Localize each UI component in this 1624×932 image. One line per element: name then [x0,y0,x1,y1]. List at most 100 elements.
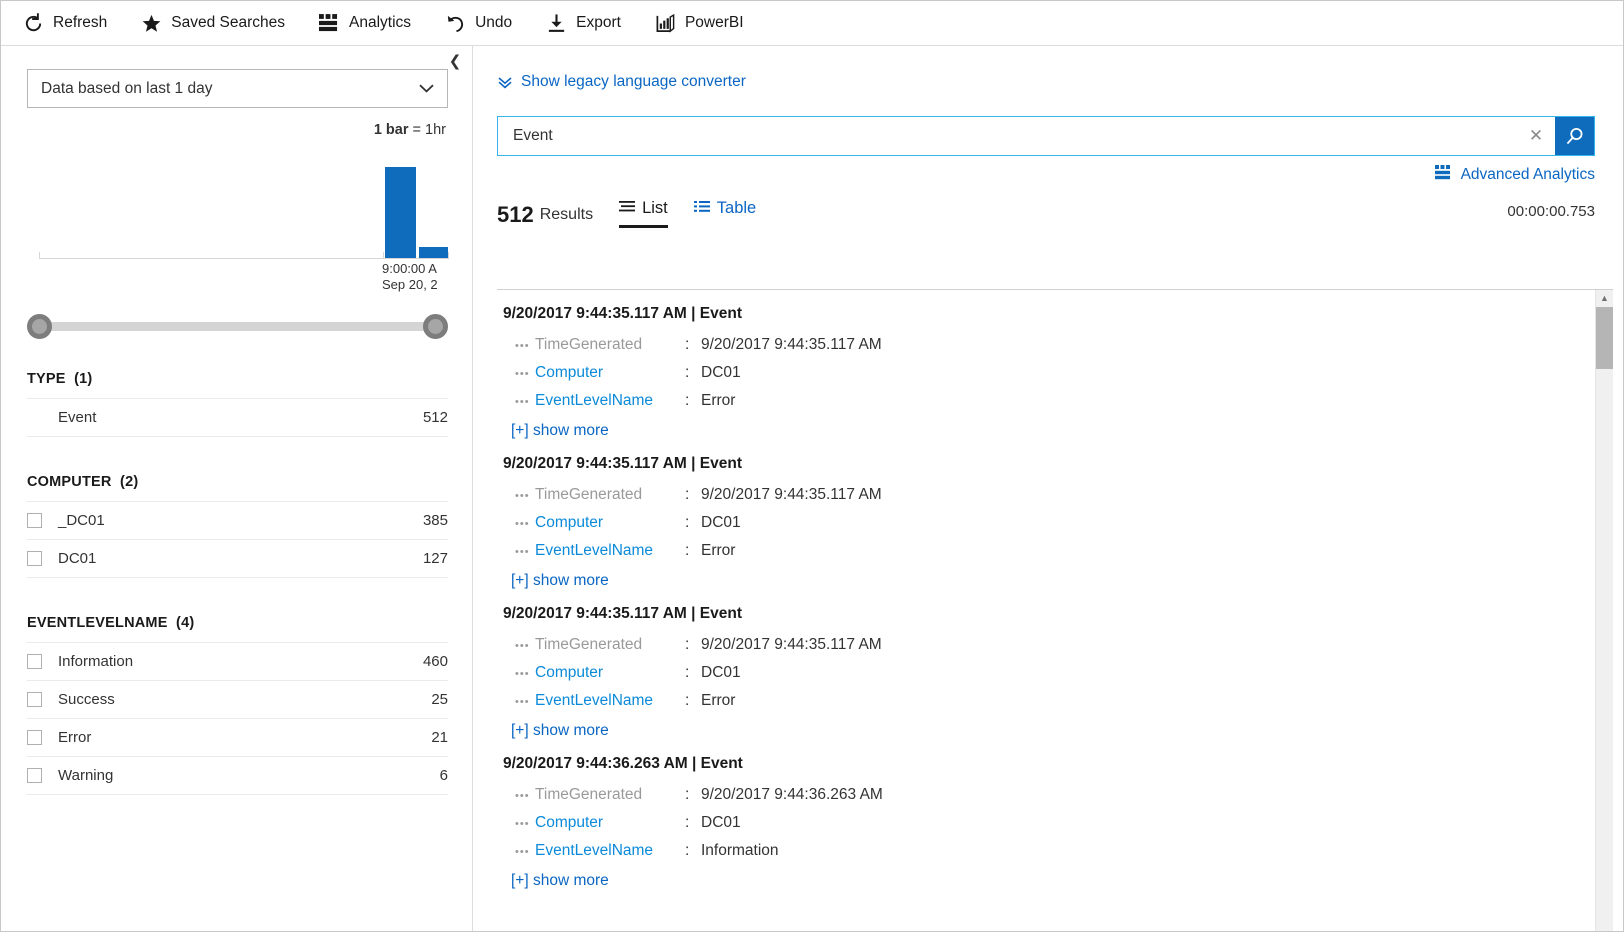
ellipsis-icon[interactable]: ••• [497,640,535,652]
facet-row-count: 127 [422,550,448,567]
facet-title: TYPE (1) [27,371,448,398]
facet-checkbox[interactable] [27,692,42,707]
ellipsis-icon[interactable]: ••• [497,818,535,830]
main-body: ❮ Data based on last 1 day 1 bar = 1hr 9… [1,46,1623,931]
result-field-name[interactable]: Computer [535,664,685,682]
toolbar-button-label: Refresh [53,14,108,31]
ellipsis-icon[interactable]: ••• [497,696,535,708]
histogram-bar[interactable] [385,167,416,258]
show-more-link[interactable]: [+] show more [497,715,1591,744]
close-icon[interactable]: ✕ [1517,117,1555,155]
facet-row[interactable]: _DC01 385 [27,501,448,539]
result-field-name: TimeGenerated [535,636,643,653]
collapse-sidebar-icon[interactable]: ❮ [446,52,464,70]
facet-row[interactable]: Event 512 [27,398,448,437]
facet-title-count: (4) [176,615,195,631]
facet-row[interactable]: Warning 6 [27,756,448,795]
ellipsis-icon[interactable]: ••• [497,368,535,380]
toolbar-button-analytics[interactable]: Analytics [319,13,411,34]
result-field: ••• EventLevelName: Error [497,687,1591,715]
facet-row[interactable]: DC01 127 [27,539,448,578]
field-separator: : [685,814,690,831]
facet-checkbox[interactable] [27,654,42,669]
ellipsis-icon[interactable]: ••• [497,546,535,558]
result-field-value: 9/20/2017 9:44:35.117 AM [701,336,882,353]
tab-table-label: Table [716,199,757,217]
show-legacy-language-converter-link[interactable]: Show legacy language converter [497,73,746,91]
ellipsis-icon[interactable]: ••• [497,490,535,502]
advanced-analytics-label: Advanced Analytics [1460,166,1595,183]
slider-thumb-end[interactable] [423,313,448,339]
result-field-name[interactable]: Computer [535,364,685,382]
facet-checkbox[interactable] [27,730,42,745]
slider-thumb-start[interactable] [27,313,52,339]
toolbar-button-label: Saved Searches [171,14,286,31]
result-field-value: 9/20/2017 9:44:35.117 AM [701,636,882,653]
result-field-name[interactable]: EventLevelName [535,692,685,710]
result-field-name[interactable]: Computer [535,814,685,832]
bar-legend-bold: 1 bar [373,122,409,138]
result-field-name[interactable]: Computer [535,514,685,532]
tab-table[interactable]: Table [693,198,757,228]
toolbar-button-label: Analytics [349,14,412,31]
ellipsis-icon[interactable]: ••• [497,518,535,530]
facet-row-label: Error [58,729,92,746]
toolbar-button-undo[interactable]: Undo [445,13,512,34]
top-toolbar: Refresh Saved Searches Analytics Undo Export… [1,1,1623,46]
facet-checkbox[interactable] [27,513,42,528]
facet-row-count: 25 [431,691,448,708]
result-item: 9/20/2017 9:44:36.263 AM | Event ••• TimeG… [497,751,1591,894]
result-field: ••• EventLevelName: Error [497,537,1591,565]
results-scrollbar[interactable]: ▲ [1595,290,1613,931]
facet-title: EVENTLEVELNAME (4) [27,615,448,642]
result-header: 9/20/2017 9:44:35.117 AM | Event [503,305,742,322]
result-field-name[interactable]: EventLevelName [535,392,685,410]
toolbar-button-label: Export [576,14,621,31]
result-field-name: TimeGenerated [535,336,643,353]
result-item: 9/20/2017 9:44:35.117 AM | Event ••• TimeG… [497,601,1591,744]
advanced-analytics-link[interactable]: Advanced Analytics [1434,165,1595,185]
field-separator: : [685,542,690,559]
undo-icon [445,13,466,34]
toolbar-button-export[interactable]: Export [546,13,621,34]
show-more-link[interactable]: [+] show more [497,865,1591,894]
facet-checkbox[interactable] [27,768,42,783]
histogram-bar[interactable] [419,247,448,258]
results-label: Results [539,206,594,223]
histogram-plot: 9:00:00 A Sep 20, 2 [27,154,449,292]
toolbar-button-saved-searches[interactable]: Saved Searches [141,13,285,34]
show-more-link[interactable]: [+] show more [497,415,1591,444]
facet-checkbox[interactable] [27,551,42,566]
facet-title: COMPUTER (2) [27,474,448,501]
chevron-up-icon[interactable]: ▲ [1596,290,1613,306]
search-button[interactable] [1555,117,1594,155]
result-field-value: 9/20/2017 9:44:35.117 AM [701,486,882,503]
facet-row[interactable]: Error 21 [27,718,448,756]
x-axis-line [39,258,448,259]
scrollbar-thumb[interactable] [1596,307,1613,369]
ellipsis-icon[interactable]: ••• [497,396,535,408]
toolbar-button-powerbi[interactable]: PowerBI [655,13,744,34]
result-field: ••• TimeGenerated:9/20/2017 9:44:35.117 A… [497,481,1591,509]
field-separator: : [685,786,690,803]
ellipsis-icon[interactable]: ••• [497,790,535,802]
ellipsis-icon[interactable]: ••• [497,846,535,858]
toolbar-button-refresh[interactable]: Refresh [23,12,108,34]
time-range-selector[interactable]: Data based on last 1 day [27,69,448,108]
search-input[interactable] [511,126,1517,146]
time-range-slider[interactable] [27,311,448,341]
facet-row-label: Success [58,691,115,708]
show-more-link[interactable]: [+] show more [497,565,1591,594]
result-field-name[interactable]: EventLevelName [535,842,685,860]
tab-list[interactable]: List [619,198,668,228]
result-field-value: Error [701,392,736,409]
result-field-name: TimeGenerated [535,486,643,503]
result-field-name[interactable]: EventLevelName [535,542,685,560]
result-field: ••• Computer: DC01 [497,359,1591,387]
facet-row[interactable]: Information 460 [27,642,448,680]
x-axis-label-time: 9:00:00 A [382,261,437,276]
x-axis-label-date: Sep 20, 2 [382,277,438,292]
facet-row[interactable]: Success 25 [27,680,448,718]
ellipsis-icon[interactable]: ••• [497,340,535,352]
ellipsis-icon[interactable]: ••• [497,668,535,680]
